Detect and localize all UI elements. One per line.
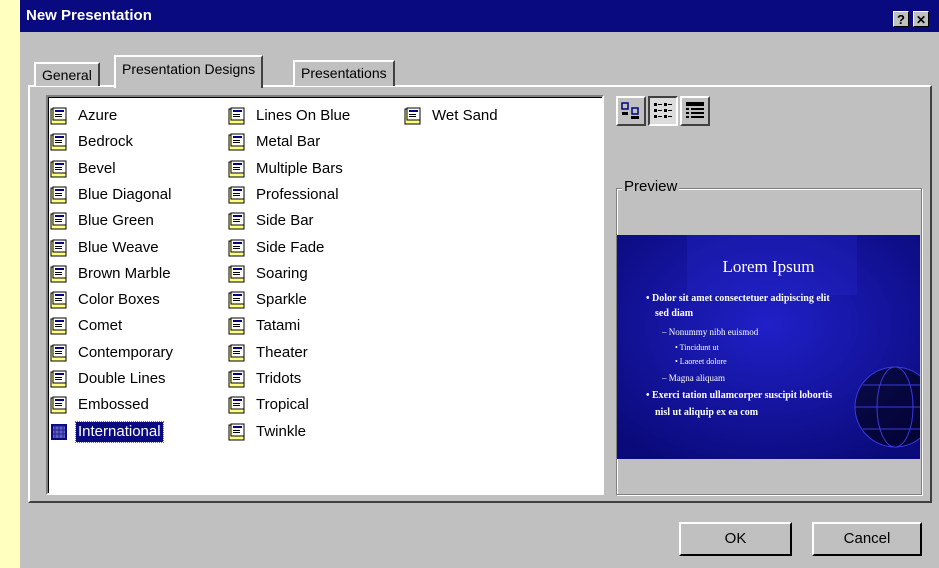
- preview-bullet: nisl ut aliquip ex ea com: [655, 407, 759, 418]
- design-list-item-label: Double Lines: [78, 370, 166, 387]
- designs-listbox[interactable]: Azure Bedrock Bevel Blue Diagonal Blue Green…: [46, 95, 604, 495]
- template-file-icon: [50, 160, 67, 178]
- new-presentation-dialog: New Presentation ? ✕ General Presentatio…: [20, 0, 939, 568]
- window-title: New Presentation: [26, 7, 152, 24]
- template-file-icon: [228, 265, 245, 283]
- design-list-item-label: Theater: [256, 343, 308, 361]
- tab-general-label: General: [42, 67, 92, 83]
- design-list-item-label: Tropical: [256, 396, 309, 414]
- template-file-icon: [51, 423, 67, 440]
- design-list-item-label: Color Boxes: [78, 291, 160, 309]
- close-icon: ✕: [915, 13, 927, 27]
- help-button[interactable]: ?: [893, 11, 909, 27]
- design-list-item-label: Tridots: [256, 370, 302, 387]
- design-list-item-label: Blue Diagonal: [78, 185, 172, 203]
- details-view-button[interactable]: [680, 96, 710, 126]
- template-file-icon: [50, 265, 67, 283]
- help-icon: ?: [897, 12, 905, 27]
- tab-presentation-designs-label: Presentation Designs: [122, 61, 256, 77]
- design-list-item-label: Side Fade: [256, 238, 325, 256]
- preview-bullet: sed diam: [655, 308, 694, 319]
- design-list-item-label: Blue Weave: [78, 238, 159, 256]
- preview-slide: Lorem Ipsum • Dolor sit amet consectetue…: [617, 235, 920, 459]
- template-file-icon: [228, 212, 245, 230]
- template-file-icon: [50, 370, 67, 388]
- design-list-item-label: Tatami: [256, 317, 301, 335]
- preview-slide-title: Lorem Ipsum: [722, 257, 815, 276]
- design-list-item-label: Brown Marble: [78, 264, 171, 282]
- design-list-item-label: Multiple Bars: [256, 159, 343, 177]
- design-list-item-label: Twinkle: [256, 422, 307, 440]
- design-list-item-label: International: [75, 420, 164, 443]
- tab-presentation-designs[interactable]: Presentation Designs: [114, 55, 264, 88]
- preview-label: Preview: [622, 178, 680, 195]
- template-file-icon: [228, 133, 245, 151]
- template-file-icon: [404, 107, 421, 125]
- template-file-icon: [50, 317, 67, 335]
- design-list-item-label: Embossed: [78, 396, 149, 414]
- preview-bullet: – Nonummy nibh euismod: [662, 327, 759, 337]
- title-bar[interactable]: New Presentation ? ✕: [20, 0, 939, 32]
- preview-bullet: • Dolor sit amet consectetuer adipiscing…: [646, 293, 830, 304]
- preview-bullet: • Tincidunt ut: [675, 343, 719, 352]
- design-list-item-label: Contemporary: [78, 343, 174, 361]
- template-file-icon: [50, 212, 67, 230]
- template-file-icon: [50, 133, 67, 151]
- list-icon: [654, 103, 672, 118]
- template-file-icon: [50, 396, 67, 414]
- details-icon: [686, 102, 704, 118]
- design-list-item-label: Lines On Blue: [256, 107, 351, 124]
- tab-presentations[interactable]: Presentations: [293, 60, 395, 86]
- cancel-button-label: Cancel: [843, 530, 891, 547]
- design-list-item-label: Wet Sand: [432, 107, 498, 124]
- template-file-icon: [228, 396, 245, 414]
- design-list-item-label: Professional: [256, 185, 339, 203]
- list-view-button[interactable]: [648, 96, 678, 126]
- template-file-icon: [228, 317, 245, 335]
- preview-bullet: • Laoreet dolore: [675, 357, 727, 366]
- template-file-icon: [50, 344, 67, 362]
- preview-bullet: • Exerci tation ullamcorper suscipit lob…: [646, 390, 833, 401]
- template-file-icon: [50, 291, 67, 309]
- design-list-item-label: Blue Green: [78, 212, 154, 230]
- template-file-icon: [50, 107, 67, 125]
- template-file-icon: [228, 186, 245, 204]
- tab-general[interactable]: General: [34, 62, 100, 86]
- template-file-icon: [228, 370, 245, 388]
- template-file-icon: [228, 239, 245, 256]
- design-list-item-label: Soaring: [256, 264, 308, 282]
- template-file-icon: [228, 344, 245, 362]
- preview-bullet: – Magna aliquam: [662, 373, 725, 383]
- close-button[interactable]: ✕: [913, 11, 929, 27]
- template-file-icon: [228, 107, 245, 125]
- large-icons-icon: [621, 102, 639, 119]
- design-list-item-label: Sparkle: [256, 291, 307, 309]
- design-list-item-label: Comet: [78, 317, 123, 335]
- ok-button-label: OK: [724, 530, 747, 547]
- design-list-item-label: Azure: [78, 107, 118, 124]
- template-file-icon: [228, 291, 245, 309]
- template-file-icon: [50, 186, 67, 204]
- template-file-icon: [228, 160, 245, 178]
- large-icons-view-button[interactable]: [616, 96, 646, 126]
- design-list-item-label: Side Bar: [256, 212, 314, 230]
- design-list-item-label: Bedrock: [78, 133, 134, 151]
- cancel-button[interactable]: Cancel: [812, 522, 922, 556]
- design-list-item-label: Metal Bar: [256, 133, 321, 151]
- template-file-icon: [50, 239, 67, 256]
- template-file-icon: [228, 423, 245, 441]
- tab-presentations-label: Presentations: [301, 65, 387, 81]
- ok-button[interactable]: OK: [679, 522, 792, 556]
- design-list-item-label: Bevel: [78, 159, 116, 177]
